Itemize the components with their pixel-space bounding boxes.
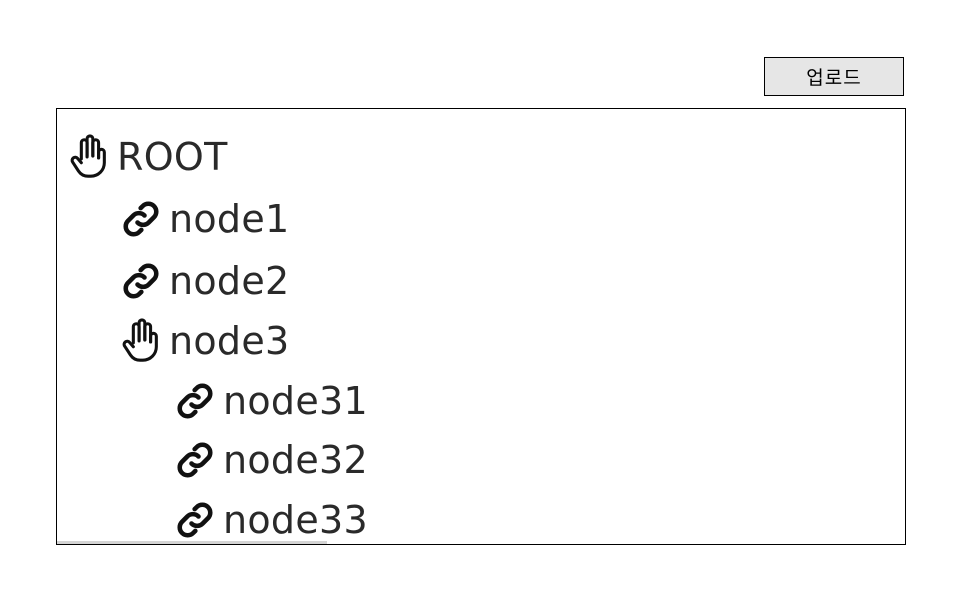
tree-node-node32[interactable]: node32 (169, 432, 368, 488)
link-icon (169, 494, 221, 544)
tree-node-node2[interactable]: node2 (115, 253, 290, 309)
tree-panel: ROOT node1 node2 node3 node31 node32 nod… (56, 108, 906, 545)
tree-node-label: node1 (169, 197, 290, 241)
link-icon (169, 434, 221, 486)
tree-node-root[interactable]: ROOT (63, 129, 228, 185)
hand-icon (115, 315, 167, 367)
tree-node-label: ROOT (117, 135, 228, 179)
link-icon (115, 255, 167, 307)
tree-node-node31[interactable]: node31 (169, 373, 368, 429)
tree-node-label: node2 (169, 259, 290, 303)
horizontal-scrollbar[interactable] (57, 541, 327, 544)
tree-node-label: node31 (223, 379, 368, 423)
tree-node-node3[interactable]: node3 (115, 313, 290, 369)
link-icon (169, 375, 221, 427)
tree-node-label: node33 (223, 498, 368, 542)
upload-button[interactable]: 업로드 (764, 57, 904, 96)
tree-node-node33[interactable]: node33 (169, 492, 368, 544)
tree-node-label: node3 (169, 319, 290, 363)
hand-icon (63, 131, 115, 183)
tree-node-label: node32 (223, 438, 368, 482)
tree-node-node1[interactable]: node1 (115, 191, 290, 247)
link-icon (115, 193, 167, 245)
